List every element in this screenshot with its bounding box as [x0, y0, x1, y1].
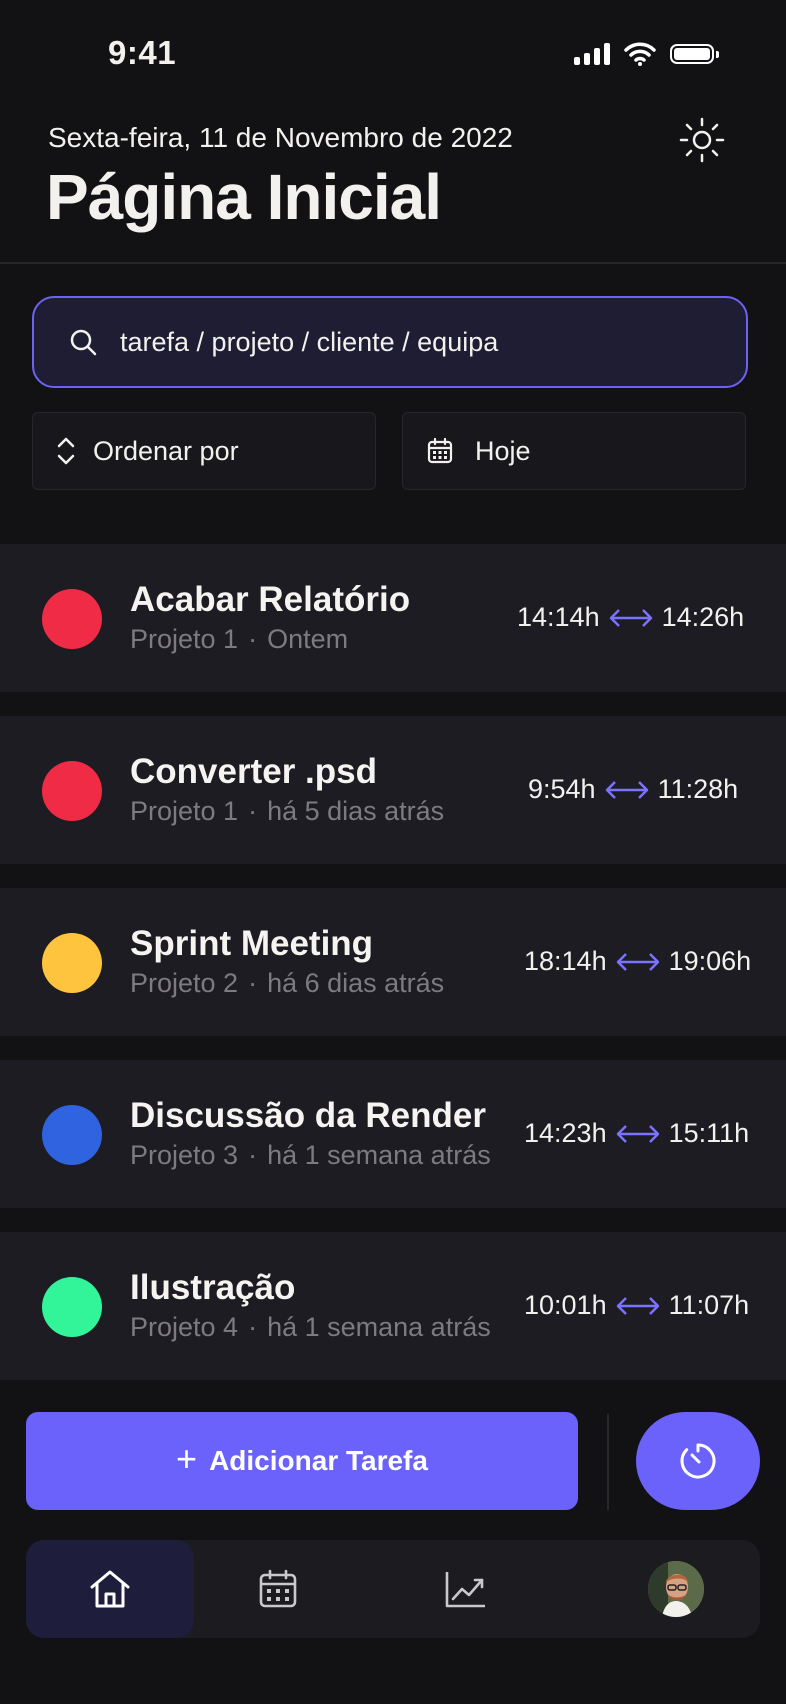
task-row[interactable]: Ilustração Projeto 4 · há 1 semana atrás 1… — [0, 1232, 786, 1380]
sort-button[interactable]: Ordenar por — [32, 412, 376, 490]
current-date: Sexta-feira, 11 de Novembro de 2022 — [48, 122, 513, 153]
task-name: Discussão da Render — [130, 1096, 486, 1135]
tab-bar — [26, 1540, 760, 1638]
double-arrow-icon — [605, 780, 648, 799]
task-row[interactable]: Discussão da Render Projeto 3 · há 1 seman… — [0, 1060, 786, 1208]
task-meta: Projeto 2 · há 6 dias atrás — [130, 968, 445, 998]
task-color-dot — [42, 933, 102, 993]
sun-icon[interactable] — [678, 116, 726, 164]
task-time-range: 14:23h 15:11h — [524, 1118, 750, 1148]
double-arrow-icon — [616, 1296, 659, 1315]
date-filter-button[interactable]: Hoje — [402, 412, 746, 490]
status-time: 9:41 — [108, 34, 177, 71]
timer-icon — [680, 1443, 716, 1479]
action-divider — [607, 1414, 609, 1510]
task-meta: Projeto 4 · há 1 semana atrás — [130, 1312, 491, 1342]
tab-profile[interactable] — [592, 1540, 760, 1638]
task-name: Ilustração — [130, 1268, 296, 1307]
task-color-dot — [42, 761, 102, 821]
tab-home[interactable] — [26, 1540, 194, 1638]
task-time-range: 10:01h 11:07h — [524, 1290, 750, 1320]
plus-icon: + — [176, 1438, 198, 1479]
task-color-dot — [42, 589, 102, 649]
search-input[interactable]: tarefa / projeto / cliente / equipa — [32, 296, 748, 388]
signal-icon — [574, 43, 610, 65]
header-divider — [0, 262, 786, 264]
chart-icon — [445, 1572, 485, 1608]
sort-icon — [57, 437, 75, 465]
timer-button[interactable] — [636, 1412, 760, 1510]
add-task-button[interactable]: + Adicionar Tarefa — [26, 1412, 578, 1510]
task-time-range: 9:54h 11:28h — [528, 774, 739, 804]
search-text: tarefa / projeto / cliente / equipa — [120, 326, 499, 357]
task-meta: Projeto 3 · há 1 semana atrás — [130, 1140, 491, 1170]
task-name: Sprint Meeting — [130, 924, 374, 963]
avatar — [648, 1561, 704, 1617]
page-title: Página Inicial — [46, 161, 442, 233]
tab-calendar[interactable] — [194, 1540, 362, 1638]
task-name: Acabar Relatório — [130, 580, 411, 619]
sort-label: Ordenar por — [93, 435, 239, 466]
task-row[interactable]: Converter .psd Projeto 1 · há 5 dias atrás… — [0, 716, 786, 864]
double-arrow-icon — [616, 1124, 659, 1143]
task-color-dot — [42, 1105, 102, 1165]
double-arrow-icon — [609, 608, 652, 627]
task-meta: Projeto 1 · há 5 dias atrás — [130, 796, 445, 826]
task-row[interactable]: Acabar Relatório Projeto 1 · Ontem 14:14h 1… — [0, 544, 786, 692]
task-meta: Projeto 1 · Ontem — [130, 624, 349, 654]
task-row[interactable]: Sprint Meeting Projeto 2 · há 6 dias atrás… — [0, 888, 786, 1036]
home-icon — [90, 1570, 130, 1608]
task-time-range: 18:14h 19:06h — [524, 946, 752, 976]
double-arrow-icon — [616, 952, 659, 971]
add-task-label: Adicionar Tarefa — [209, 1445, 428, 1476]
task-name: Converter .psd — [130, 752, 377, 791]
status-icons — [574, 42, 719, 66]
task-color-dot — [42, 1277, 102, 1337]
task-time-range: 14:14h 14:26h — [517, 602, 745, 632]
calendar-icon — [259, 1569, 297, 1608]
wifi-icon — [624, 42, 656, 66]
tab-stats[interactable] — [382, 1540, 550, 1638]
calendar-icon — [427, 438, 453, 464]
search-icon — [70, 329, 97, 356]
date-filter-label: Hoje — [475, 435, 531, 466]
battery-icon — [670, 44, 719, 64]
